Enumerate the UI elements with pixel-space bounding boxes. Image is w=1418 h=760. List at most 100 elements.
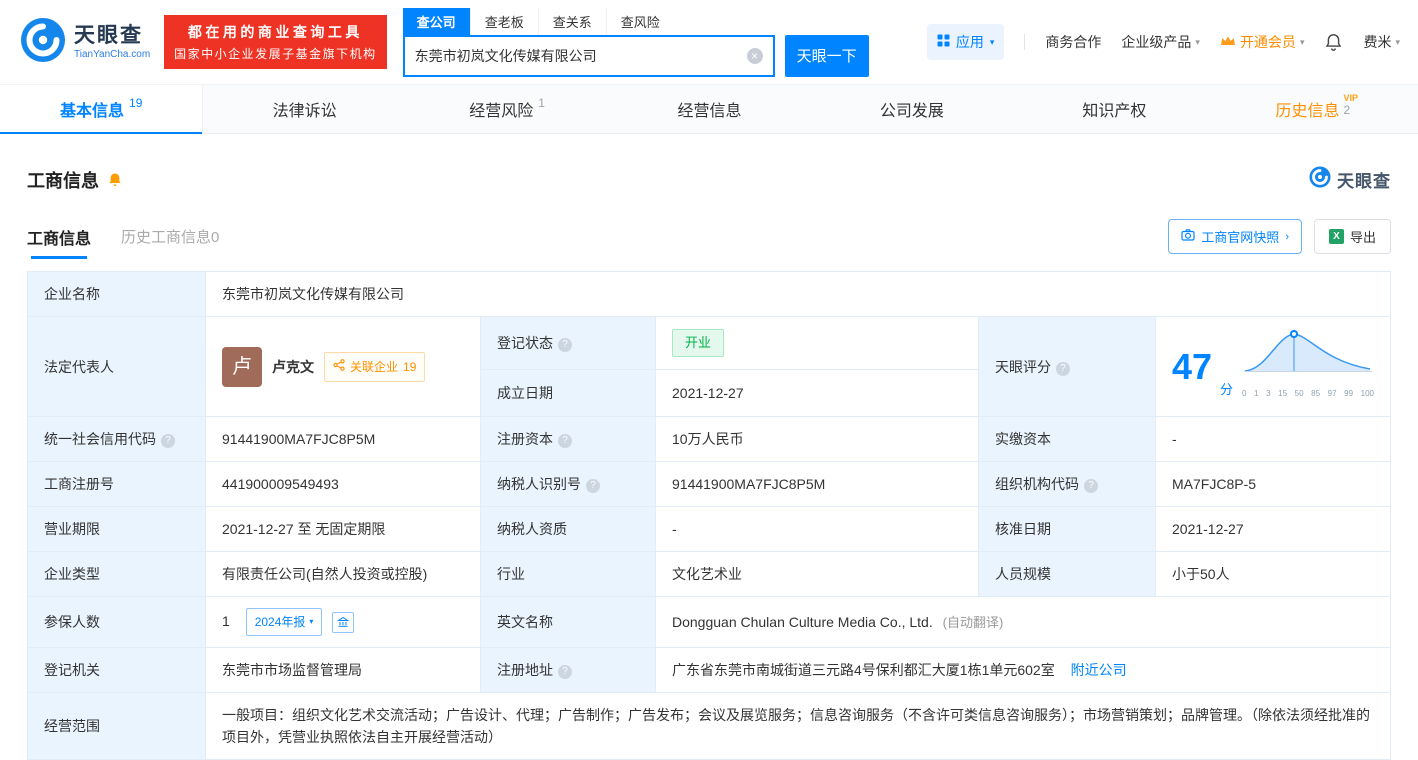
- tab-company-development[interactable]: 公司发展: [811, 85, 1013, 133]
- crown-icon: [1220, 34, 1236, 50]
- help-icon[interactable]: ?: [1084, 479, 1098, 493]
- table-row: 统一社会信用代码? 91441900MA7FJC8P5M 注册资本? 10万人民…: [27, 416, 1391, 462]
- nav-cooperation[interactable]: 商务合作: [1045, 32, 1101, 52]
- annual-report-label: 2024年报: [254, 615, 306, 629]
- export-button[interactable]: X 导出: [1313, 219, 1391, 254]
- table-row: 经营范围 一般项目：组织文化艺术交流活动；广告设计、代理；广告制作；广告发布；会…: [27, 692, 1391, 760]
- promo-banner[interactable]: 都在用的商业查询工具 国家中小企业发展子基金旗下机构: [164, 15, 387, 69]
- company-section-tabs: 基本信息 19 法律诉讼 经营风险 1 经营信息 公司发展 知识产权 历史信息 …: [0, 84, 1418, 134]
- established-value: 2021-12-27: [655, 369, 979, 417]
- search-button[interactable]: 天眼一下: [784, 34, 869, 77]
- notifications-bell-icon[interactable]: [1324, 33, 1343, 52]
- tab-legal-proceedings[interactable]: 法律诉讼: [203, 85, 405, 133]
- credit-code-value: 91441900MA7FJC8P5M: [205, 416, 481, 462]
- tab-development-label: 公司发展: [879, 103, 944, 120]
- company-name-label: 企业名称: [27, 271, 206, 317]
- search-tabs: 查公司 查老板 查关系 查风险: [402, 7, 869, 35]
- score-distribution-chart[interactable]: 0 1 3 15 50 85 97 99 100: [1242, 328, 1374, 405]
- subtab-history-business-info[interactable]: 历史工商信息0: [121, 226, 219, 247]
- help-icon[interactable]: ?: [161, 434, 175, 448]
- business-scope-label: 经营范围: [27, 692, 206, 760]
- status-badge: 开业: [672, 329, 725, 358]
- business-term-value: 2021-12-27 至 无固定期限: [205, 506, 481, 552]
- nav-apps[interactable]: 应用 ▾: [926, 24, 1005, 60]
- nav-enterprise-label: 企业级产品: [1121, 34, 1192, 50]
- reg-status-label: 登记状态?: [480, 315, 656, 371]
- reg-capital-value: 10万人民币: [655, 416, 979, 462]
- tab-intellectual-property[interactable]: 知识产权: [1013, 85, 1215, 133]
- search-tab-boss[interactable]: 查老板: [469, 7, 538, 35]
- paid-capital-label: 实缴资本: [978, 416, 1156, 462]
- section-title: 工商信息: [27, 170, 99, 191]
- reg-number-label: 工商注册号: [27, 461, 206, 507]
- header-nav: 应用 ▾ 商务合作 企业级产品 ▾ 开通会员 ▾ 费米 ▾: [926, 24, 1400, 60]
- nav-cooperation-label: 商务合作: [1045, 34, 1102, 50]
- chevron-down-icon: ▾: [1395, 36, 1400, 47]
- tab-history-label: 历史信息: [1275, 103, 1340, 120]
- tab-operating-info[interactable]: 经营信息: [608, 85, 810, 133]
- credit-code-label: 统一社会信用代码?: [27, 416, 206, 462]
- search-input-box: ×: [402, 34, 775, 77]
- business-info-table: 企业名称 东莞市初岚文化传媒有限公司 法定代表人 卢 卢克文 关联企业 19 登…: [27, 271, 1391, 760]
- search-tab-risk[interactable]: 查风险: [605, 7, 674, 35]
- registry-value: 东莞市市场监督管理局: [205, 647, 481, 693]
- main-content: 工商信息 天眼查 工商信息 历史工商信息0 工商官网快照 › X 导出 企业名称…: [0, 166, 1418, 760]
- nav-enterprise-products[interactable]: 企业级产品 ▾: [1121, 32, 1200, 52]
- brand-domain: TianYanCha.com: [74, 49, 151, 61]
- export-label: 导出: [1349, 230, 1376, 245]
- paid-capital-value: -: [1155, 416, 1391, 462]
- help-icon[interactable]: ?: [586, 479, 600, 493]
- search-tab-relation[interactable]: 查关系: [537, 7, 606, 35]
- subtab-business-info[interactable]: 工商信息: [27, 225, 91, 259]
- legal-rep-value: 卢 卢克文 关联企业 19: [205, 316, 481, 417]
- nav-open-vip[interactable]: 开通会员 ▾: [1220, 32, 1305, 52]
- industry-label: 行业: [480, 551, 656, 597]
- approval-date-value: 2021-12-27: [1155, 506, 1391, 552]
- registry-label: 登记机关: [27, 647, 206, 693]
- business-scope-value: 一般项目：组织文化艺术交流活动；广告设计、代理；广告制作；广告发布；会议及展览服…: [205, 692, 1391, 760]
- divider: [1024, 34, 1026, 50]
- tab-basic-info[interactable]: 基本信息 19: [0, 85, 204, 134]
- help-icon[interactable]: ?: [558, 665, 572, 679]
- subscribe-bell-icon[interactable]: [107, 172, 123, 188]
- staff-size-label: 人员规模: [978, 551, 1156, 597]
- share-icon: [333, 356, 345, 378]
- nav-user-account[interactable]: 费米 ▾: [1363, 32, 1400, 52]
- promo-banner-line1: 都在用的商业查询工具: [187, 24, 363, 40]
- help-icon[interactable]: ?: [558, 338, 572, 353]
- address-value: 广东省东莞市南城街道三元路4号保利都汇大厦1栋1单元602室 附近公司: [655, 647, 1391, 693]
- help-icon[interactable]: ?: [1056, 361, 1070, 376]
- tab-operating-label: 经营信息: [677, 103, 742, 120]
- tab-operating-risk[interactable]: 经营风险 1: [406, 85, 608, 133]
- nearby-companies-link[interactable]: 附近公司: [1071, 662, 1127, 678]
- related-companies-badge[interactable]: 关联企业 19: [324, 351, 426, 382]
- reg-capital-label: 注册资本?: [480, 416, 656, 462]
- search-input[interactable]: [414, 47, 747, 64]
- tab-history-info[interactable]: 历史信息 VIP 2: [1216, 85, 1418, 133]
- table-row: 登记机关 东莞市市场监督管理局 注册地址? 广东省东莞市南城街道三元路4号保利都…: [27, 647, 1391, 693]
- search-tab-company[interactable]: 查公司: [402, 7, 470, 35]
- annual-report-badge[interactable]: 2024年报 ▾: [245, 608, 323, 636]
- apps-grid-icon: [937, 34, 950, 50]
- staff-size-value: 小于50人: [1155, 551, 1391, 597]
- clear-search-icon[interactable]: ×: [746, 47, 763, 64]
- tab-basic-info-count: 19: [129, 96, 143, 110]
- score-unit: 分: [1220, 382, 1234, 397]
- annual-report-archive-icon[interactable]: [332, 611, 355, 633]
- chevron-down-icon: ▾: [1299, 36, 1305, 47]
- reg-number-value: 441900009549493: [205, 461, 481, 507]
- legal-rep-name-link[interactable]: 卢克文: [272, 356, 314, 378]
- official-snapshot-button[interactable]: 工商官网快照 ›: [1168, 219, 1302, 254]
- help-icon[interactable]: ?: [558, 434, 572, 448]
- legal-rep-avatar[interactable]: 卢: [222, 346, 262, 387]
- english-name-value: Dongguan Chulan Culture Media Co., Ltd. …: [655, 596, 1391, 648]
- tab-legal-label: 法律诉讼: [272, 103, 337, 120]
- org-code-value: MA7FJC8P-5: [1155, 461, 1391, 507]
- watermark-logo-icon: [1309, 166, 1331, 193]
- nav-apps-label: 应用: [955, 34, 984, 50]
- top-header: 天眼查 TianYanCha.com 都在用的商业查询工具 国家中小企业发展子基…: [0, 0, 1418, 84]
- tianyancha-logo[interactable]: 天眼查 TianYanCha.com: [20, 17, 150, 68]
- nav-open-vip-label: 开通会员: [1239, 34, 1296, 50]
- company-name-value: 东莞市初岚文化传媒有限公司: [205, 271, 1391, 317]
- business-term-label: 营业期限: [27, 506, 206, 552]
